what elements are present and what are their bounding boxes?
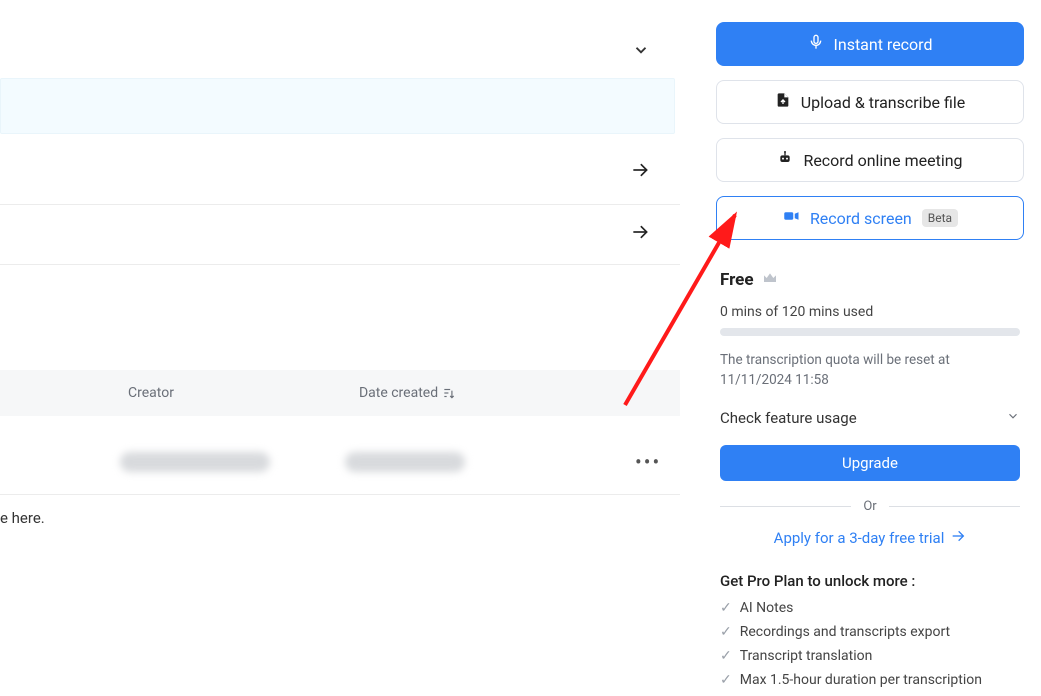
- video-icon: [782, 207, 800, 229]
- plan-name: Free: [720, 270, 754, 290]
- plan-panel: Free 0 mins of 120 mins used The transcr…: [716, 270, 1024, 688]
- record-meeting-label: Record online meeting: [803, 151, 962, 170]
- table-row[interactable]: •••: [0, 440, 680, 484]
- file-upload-icon: [775, 92, 791, 112]
- sort-icon: [442, 386, 456, 400]
- check-icon: ✓: [720, 600, 732, 616]
- arrow-right-icon[interactable]: [630, 160, 650, 186]
- list-item: ✓ AI Notes: [720, 600, 1020, 616]
- empty-hint-text: e here.: [0, 509, 45, 527]
- or-divider: Or: [720, 499, 1020, 514]
- record-meeting-button[interactable]: Record online meeting: [716, 138, 1024, 182]
- instant-record-button[interactable]: Instant record: [716, 22, 1024, 66]
- arrow-right-icon[interactable]: [630, 222, 650, 248]
- record-screen-label: Record screen: [810, 209, 912, 228]
- check-usage-label: Check feature usage: [720, 409, 857, 427]
- divider: [0, 264, 680, 265]
- instant-record-label: Instant record: [834, 35, 933, 54]
- crown-icon: [762, 270, 778, 290]
- divider: [0, 494, 680, 495]
- record-screen-button[interactable]: Record screen Beta: [716, 196, 1024, 240]
- pro-plan-title: Get Pro Plan to unlock more :: [720, 572, 1020, 590]
- trial-label: Apply for a 3-day free trial: [774, 529, 945, 547]
- check-icon: ✓: [720, 648, 732, 664]
- chevron-down-icon: [1006, 409, 1020, 427]
- or-text: Or: [863, 499, 876, 514]
- blurred-content: [120, 452, 270, 472]
- feature-label: AI Notes: [740, 600, 794, 616]
- quota-note: The transcription quota will be reset at…: [720, 350, 1020, 391]
- upgrade-button[interactable]: Upgrade: [720, 445, 1020, 481]
- list-item: ✓ Recordings and transcripts export: [720, 624, 1020, 640]
- robot-icon: [777, 150, 793, 170]
- mic-icon: [808, 34, 824, 54]
- upload-label: Upload & transcribe file: [801, 93, 966, 112]
- highlight-box: [0, 78, 675, 134]
- upgrade-label: Upgrade: [842, 454, 898, 472]
- check-feature-usage[interactable]: Check feature usage: [720, 409, 1020, 427]
- col-creator[interactable]: Creator: [128, 385, 174, 401]
- beta-badge: Beta: [922, 209, 958, 227]
- check-icon: ✓: [720, 624, 732, 640]
- upload-transcribe-button[interactable]: Upload & transcribe file: [716, 80, 1024, 124]
- list-item: ✓ Transcript translation: [720, 648, 1020, 664]
- feature-label: Recordings and transcripts export: [740, 624, 950, 640]
- arrow-right-icon: [950, 528, 966, 548]
- usage-progress: [720, 328, 1020, 336]
- divider: [0, 204, 680, 205]
- usage-text: 0 mins of 120 mins used: [720, 304, 1020, 320]
- feature-list: ✓ AI Notes ✓ Recordings and transcripts ex…: [720, 600, 1020, 688]
- more-icon[interactable]: •••: [635, 450, 661, 474]
- free-trial-link[interactable]: Apply for a 3-day free trial: [720, 528, 1020, 548]
- col-date-created-label: Date created: [359, 385, 438, 401]
- table-header: Creator Date created: [0, 370, 680, 416]
- feature-label: Transcript translation: [740, 648, 873, 664]
- plan-name-row: Free: [720, 270, 1020, 290]
- blurred-content: [345, 452, 465, 472]
- chevron-down-icon[interactable]: [632, 40, 650, 65]
- col-date-created[interactable]: Date created: [359, 385, 456, 401]
